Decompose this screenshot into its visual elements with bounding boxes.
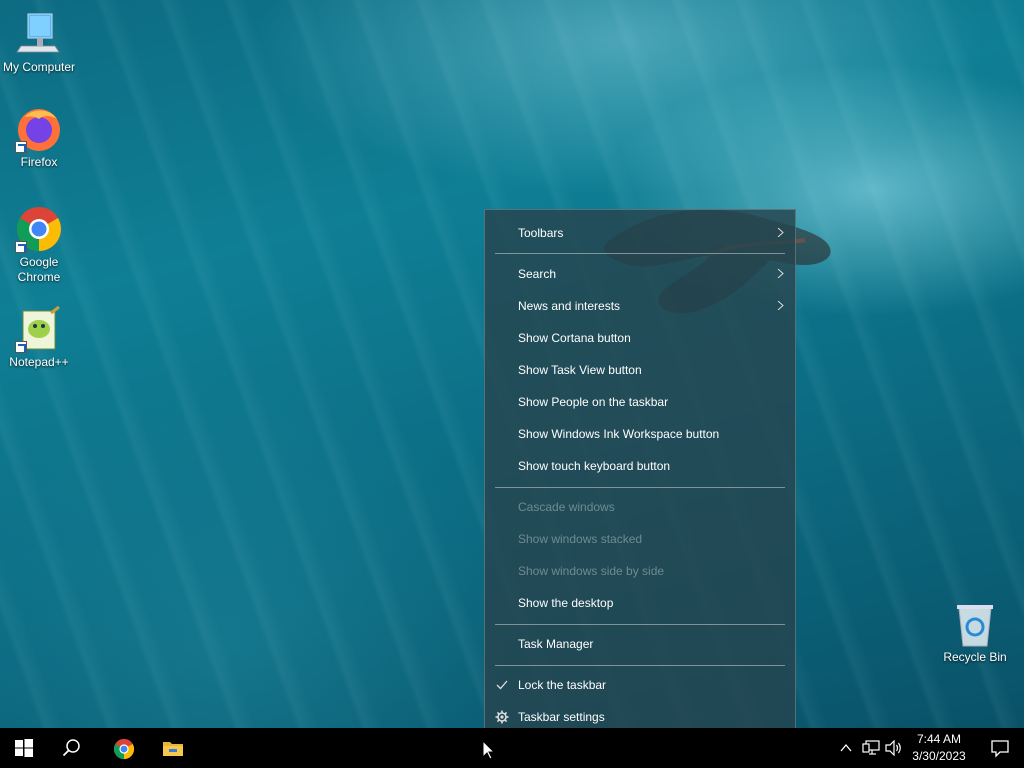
menu-item-label: Taskbar settings [518, 710, 605, 724]
chrome-icon [113, 738, 135, 760]
menu-item-label: Show windows stacked [518, 532, 643, 546]
chevron-right-icon [777, 269, 784, 278]
menu-item-show-windows-side-by-side: Show windows side by side [485, 557, 795, 585]
desktop-icon-firefox[interactable]: Firefox [1, 105, 77, 170]
desktop-icon-label: Notepad++ [9, 355, 69, 369]
network-icon [862, 740, 880, 755]
mouse-cursor-icon [483, 741, 495, 760]
menu-item-label: Show Cortana button [518, 331, 631, 345]
menu-item-label: Show windows side by side [518, 564, 665, 578]
desktop-icon-recycle-bin[interactable]: Recycle Bin [937, 600, 1013, 665]
file-explorer-icon [163, 742, 183, 756]
chrome-icon [15, 205, 63, 253]
clock-date: 3/30/2023 [912, 749, 966, 763]
firefox-icon [15, 105, 63, 153]
desktop-icon-label: Google Chrome [17, 255, 61, 284]
menu-item-search[interactable]: Search [485, 260, 795, 288]
shortcut-arrow-icon [15, 241, 27, 253]
desktop-icon-label: Firefox [20, 155, 58, 169]
menu-item-label: Show Windows Ink Workspace button [518, 427, 720, 441]
taskbar-chrome-button[interactable] [99, 728, 147, 768]
taskbar[interactable]: 7:44 AM 3/30/2023 [0, 728, 1024, 768]
taskbar-context-menu: Toolbars Search News and interests Show … [484, 209, 796, 741]
menu-item-label: Show Task View button [518, 363, 642, 377]
start-icon [15, 739, 33, 757]
menu-item-label: Search [518, 267, 557, 281]
desktop-icon-chrome[interactable]: Google Chrome [1, 205, 77, 285]
computer-icon [15, 10, 63, 58]
tray-overflow-button[interactable] [836, 728, 856, 768]
menu-item-task-manager[interactable]: Task Manager [485, 630, 795, 658]
menu-item-label: Lock the taskbar [518, 678, 607, 692]
desktop-icon-my-computer[interactable]: My Computer [1, 10, 77, 75]
chevron-right-icon [777, 301, 784, 310]
menu-item-cascade-windows: Cascade windows [485, 493, 795, 521]
search-button[interactable] [48, 728, 96, 768]
notification-icon [991, 740, 1009, 758]
recycle-bin-icon [951, 600, 999, 648]
action-center-button[interactable] [976, 728, 1024, 768]
notepadpp-icon [15, 305, 63, 353]
menu-separator [495, 624, 785, 625]
menu-item-toolbars[interactable]: Toolbars [485, 219, 795, 247]
taskbar-file-explorer-button[interactable] [148, 728, 196, 768]
menu-item-label: Show People on the taskbar [518, 395, 669, 409]
menu-item-show-touch-keyboard[interactable]: Show touch keyboard button [485, 452, 795, 480]
start-button[interactable] [0, 728, 48, 768]
chevron-up-icon [840, 743, 852, 752]
shortcut-arrow-icon [15, 141, 27, 153]
menu-item-news-and-interests[interactable]: News and interests [485, 292, 795, 320]
menu-item-show-windows-stacked: Show windows stacked [485, 525, 795, 553]
menu-item-label: Cascade windows [518, 500, 615, 514]
menu-item-label: Task Manager [518, 637, 594, 651]
menu-item-show-the-desktop[interactable]: Show the desktop [485, 589, 795, 617]
chevron-right-icon [777, 228, 784, 237]
menu-separator [495, 253, 785, 254]
menu-item-lock-the-taskbar[interactable]: Lock the taskbar [485, 671, 795, 699]
menu-item-show-cortana-button[interactable]: Show Cortana button [485, 324, 795, 352]
clock-time: 7:44 AM [916, 732, 962, 746]
menu-separator [495, 665, 785, 666]
volume-icon [885, 740, 901, 756]
shortcut-arrow-icon [15, 341, 27, 353]
volume-button[interactable] [883, 728, 907, 768]
menu-item-show-task-view-button[interactable]: Show Task View button [485, 356, 795, 384]
checkmark-icon [496, 680, 508, 690]
gear-icon [495, 710, 509, 724]
desktop-icon-notepadpp[interactable]: Notepad++ [1, 305, 77, 370]
menu-item-show-people[interactable]: Show People on the taskbar [485, 388, 795, 416]
menu-item-label: Show touch keyboard button [518, 459, 671, 473]
menu-item-show-windows-ink[interactable]: Show Windows Ink Workspace button [485, 420, 795, 448]
desktop-icon-label: My Computer [2, 60, 76, 74]
menu-separator [495, 487, 785, 488]
desktop-icon-label: Recycle Bin [943, 650, 1007, 664]
clock[interactable]: 7:44 AM 3/30/2023 [908, 728, 970, 768]
network-button[interactable] [859, 728, 883, 768]
search-icon [62, 739, 80, 757]
menu-item-taskbar-settings[interactable]: Taskbar settings [485, 703, 795, 731]
menu-item-label: Show the desktop [518, 596, 614, 610]
menu-item-label: News and interests [518, 299, 621, 313]
menu-item-label: Toolbars [518, 226, 564, 240]
